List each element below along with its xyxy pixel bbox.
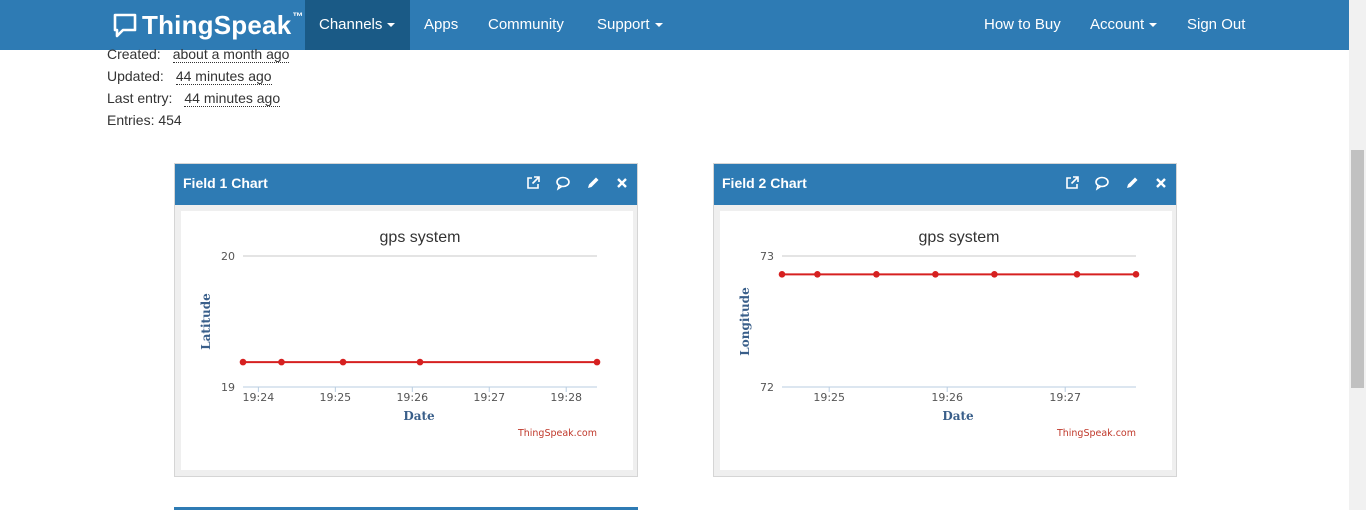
brand-trademark: ™ — [292, 11, 304, 23]
credit-link: ThingSpeak.com — [1056, 428, 1136, 439]
x-tick-label: 19:26 — [931, 391, 963, 404]
last-entry-label: Last entry: — [107, 90, 173, 106]
credit-link: ThingSpeak.com — [517, 428, 597, 439]
nav-support-label: Support — [597, 16, 650, 33]
y-axis-label: Latitude — [199, 293, 213, 350]
data-point — [416, 358, 424, 366]
last-entry-value: 44 minutes ago — [184, 90, 281, 107]
x-tick-label: 19:26 — [396, 391, 428, 404]
pencil-icon[interactable] — [1124, 175, 1140, 191]
y-axis-label: Longitude — [738, 287, 752, 356]
data-point — [1132, 271, 1140, 278]
data-point — [1073, 271, 1081, 278]
field1-line-chart: gps system 20 19 19:24 19:25 19:26 19:27 19:28 D… — [199, 229, 601, 439]
x-tick-label: 19:25 — [813, 391, 845, 404]
nav-channels[interactable]: Channels — [305, 0, 410, 50]
nav-account[interactable]: Account — [1076, 0, 1171, 50]
brand-name: ThingSpeak — [142, 9, 292, 40]
caret-down-icon — [654, 23, 663, 28]
field1-chart-panel: Field 1 Chart gps system 20 19 19:24 19:25 19… — [174, 163, 638, 477]
nav-sign-out-label: Sign Out — [1187, 16, 1246, 33]
data-point — [778, 271, 786, 278]
entries-count: Entries: 454 — [107, 112, 182, 128]
caret-down-icon — [387, 23, 396, 28]
external-link-icon[interactable] — [525, 175, 541, 191]
created-row: Created: about a month ago — [107, 46, 290, 63]
chart-area: gps system 73 72 19:25 19:26 19:27 Date Longitu… — [720, 211, 1172, 470]
x-tick-label: 19:24 — [243, 391, 275, 404]
top-navbar: ThingSpeak ™ Channels Apps Community Sup… — [0, 0, 1349, 50]
nav-how-to-buy[interactable]: How to Buy — [970, 0, 1075, 50]
created-value: about a month ago — [172, 46, 290, 63]
scrollbar-thumb[interactable] — [1351, 150, 1364, 388]
y-tick-label: 73 — [760, 250, 774, 263]
y-tick-label: 19 — [221, 381, 235, 394]
nav-sign-out[interactable]: Sign Out — [1173, 0, 1259, 50]
comment-icon[interactable] — [555, 175, 571, 191]
nav-apps[interactable]: Apps — [410, 0, 472, 50]
panel-header: Field 1 Chart — [175, 164, 637, 205]
last-entry-row: Last entry: 44 minutes ago — [107, 90, 281, 107]
data-point — [239, 358, 247, 366]
created-label: Created: — [107, 46, 161, 62]
nav-how-to-buy-label: How to Buy — [984, 16, 1061, 33]
entries-row: Entries: 454 — [107, 112, 182, 128]
panel-title: Field 2 Chart — [722, 175, 807, 191]
page-scrollbar[interactable] — [1349, 0, 1366, 510]
data-point — [278, 358, 285, 366]
updated-label: Updated: — [107, 68, 164, 84]
panel-header: Field 2 Chart — [714, 164, 1176, 205]
nav-account-label: Account — [1090, 16, 1145, 33]
x-tick-label: 19:28 — [550, 391, 582, 404]
nav-apps-label: Apps — [424, 16, 459, 33]
nav-channels-label: Channels — [319, 16, 383, 33]
external-link-icon[interactable] — [1064, 175, 1080, 191]
pencil-icon[interactable] — [585, 175, 601, 191]
x-axis-label: Date — [942, 409, 974, 423]
x-tick-label: 19:25 — [319, 391, 351, 404]
chart-title: gps system — [380, 229, 461, 246]
nav-community-label: Community — [488, 16, 564, 33]
data-point — [932, 271, 939, 278]
x-tick-label: 19:27 — [473, 391, 505, 404]
field2-chart-panel: Field 2 Chart gps system 73 72 19:25 19:26 19… — [713, 163, 1177, 477]
close-icon[interactable] — [1153, 175, 1169, 191]
chart-area: gps system 20 19 19:24 19:25 19:26 19:27 19:28 D… — [181, 211, 633, 470]
data-point — [339, 358, 347, 366]
y-tick-label: 72 — [760, 381, 774, 394]
comment-icon[interactable] — [1094, 175, 1110, 191]
caret-down-icon — [1149, 23, 1158, 28]
nav-support[interactable]: Support — [583, 0, 677, 50]
data-point — [991, 271, 998, 278]
data-point — [593, 358, 601, 366]
updated-value: 44 minutes ago — [175, 68, 272, 85]
updated-row: Updated: 44 minutes ago — [107, 68, 272, 85]
panel-title: Field 1 Chart — [183, 175, 268, 191]
field2-line-chart: gps system 73 72 19:25 19:26 19:27 Date Longitu… — [738, 229, 1140, 439]
x-tick-label: 19:27 — [1049, 391, 1081, 404]
speech-bubble-icon — [113, 13, 137, 38]
close-icon[interactable] — [614, 175, 630, 191]
x-axis-label: Date — [403, 409, 435, 423]
y-tick-label: 20 — [221, 250, 235, 263]
nav-community[interactable]: Community — [474, 0, 578, 50]
data-point — [814, 271, 821, 278]
chart-title: gps system — [919, 229, 1000, 246]
brand-logo[interactable]: ThingSpeak ™ — [112, 9, 303, 41]
data-point — [873, 271, 880, 278]
